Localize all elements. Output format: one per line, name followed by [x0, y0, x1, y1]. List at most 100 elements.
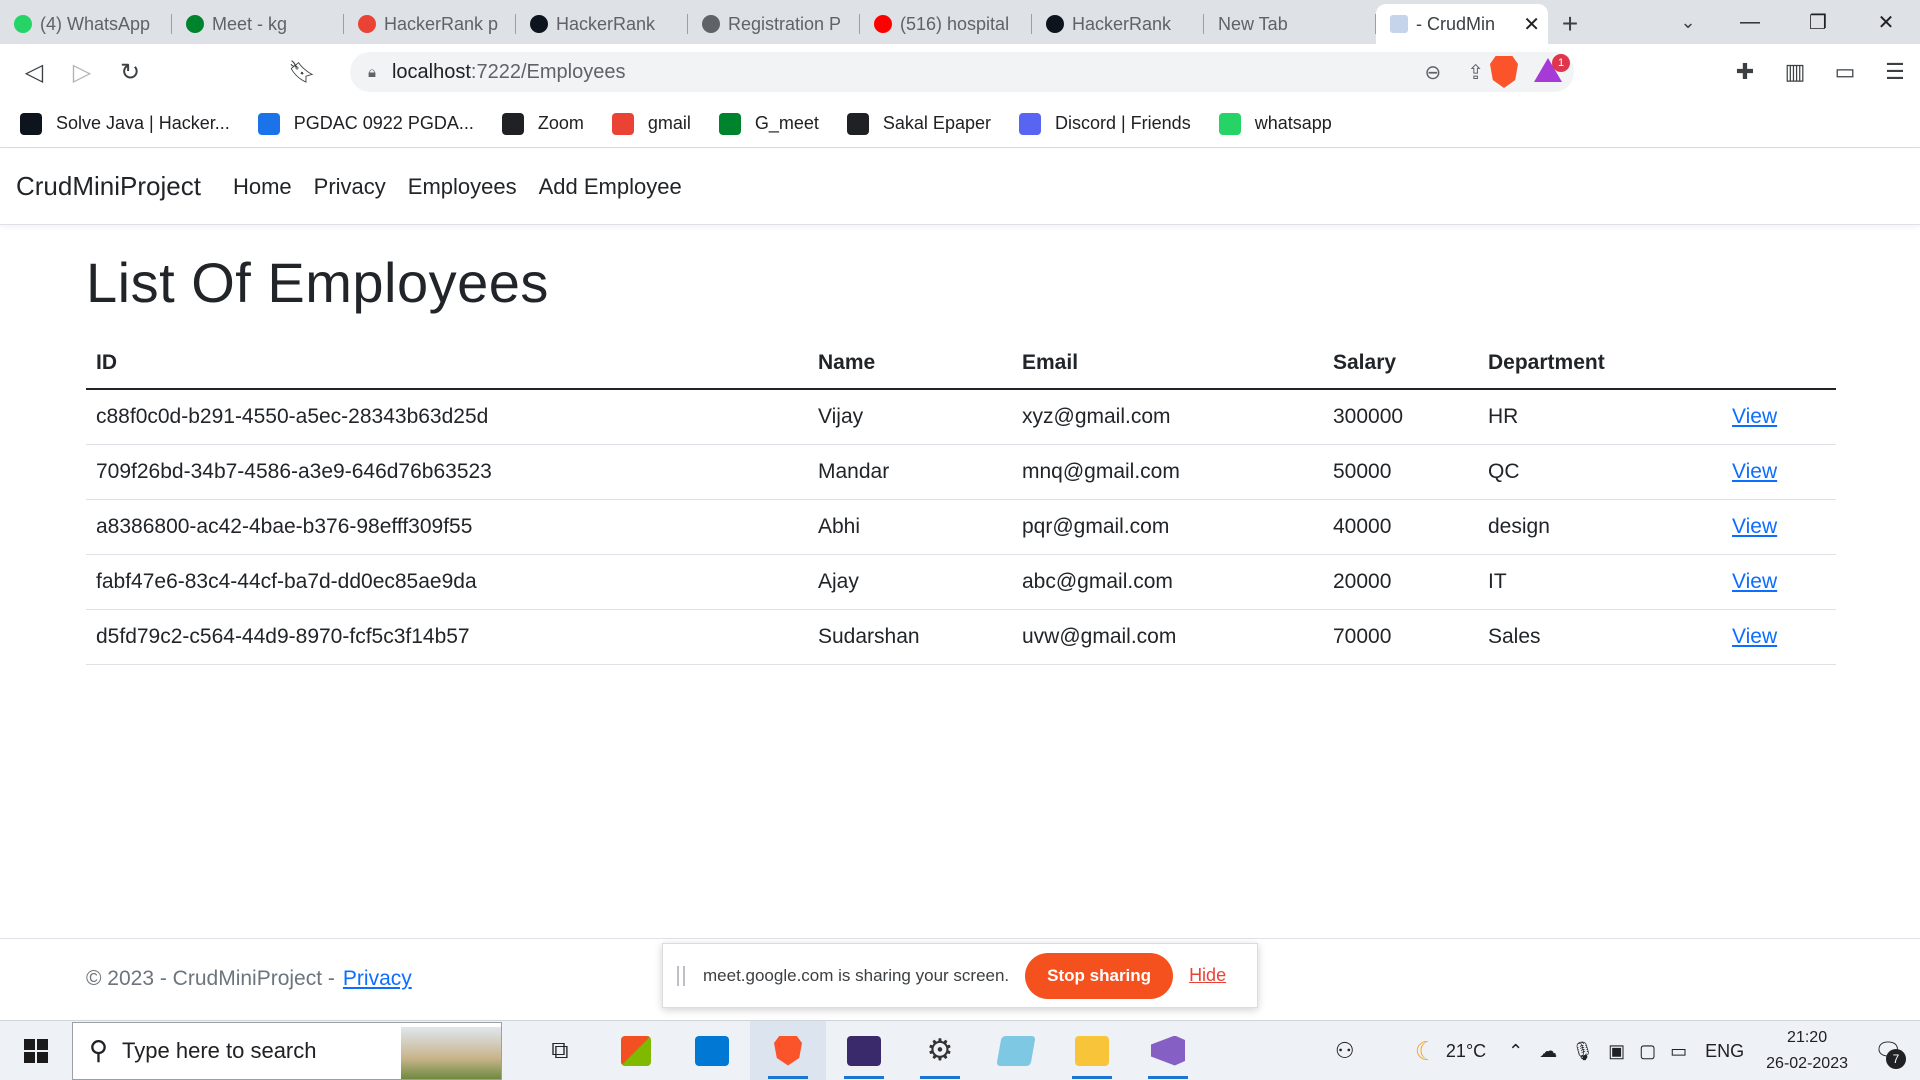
view-link[interactable]: View: [1732, 515, 1777, 538]
bookmark-label: Sakal Epaper: [882, 113, 991, 133]
forward-button[interactable]: ▷: [58, 48, 106, 96]
screen-share-bar: meet.google.com is sharing your screen. …: [662, 943, 1258, 1008]
close-window-button[interactable]: ✕: [1852, 0, 1920, 44]
tab-2[interactable]: HackerRank p: [344, 4, 516, 44]
chevron-down-icon[interactable]: ⌄: [1666, 0, 1710, 44]
column-header-name: Name: [808, 337, 1012, 390]
table-row: fabf47e6-83c4-44cf-ba7d-dd0ec85ae9da Ajay…: [86, 554, 1836, 610]
nav-employees[interactable]: Employees: [408, 174, 517, 200]
cell-email: abc@gmail.com: [1012, 554, 1323, 610]
view-link[interactable]: View: [1732, 460, 1777, 483]
restore-button[interactable]: ❐: [1784, 0, 1852, 44]
drag-handle[interactable]: [677, 965, 685, 986]
tab-3[interactable]: HackerRank: [516, 4, 688, 44]
google-meet-icon: [186, 15, 204, 33]
bookmark-item[interactable]: Discord | Friends: [1018, 112, 1191, 135]
stop-sharing-button[interactable]: Stop sharing: [1025, 952, 1174, 999]
tab-6[interactable]: HackerRank: [1032, 4, 1204, 44]
tab-active[interactable]: - CrudMin ✕: [1376, 4, 1548, 44]
close-tab-icon[interactable]: ✕: [1523, 12, 1540, 37]
view-link[interactable]: View: [1732, 405, 1777, 428]
microsoft-store-icon[interactable]: [598, 1021, 674, 1080]
battery-icon[interactable]: ▭: [1670, 1041, 1687, 1062]
hackerrank-icon: [530, 15, 548, 33]
mail-icon[interactable]: [674, 1021, 750, 1080]
table-row: d5fd79c2-c564-44d9-8970-fcf5c3f14b57 Suda…: [86, 609, 1836, 665]
lock-icon[interactable]: 🔒︎: [368, 64, 376, 81]
start-button[interactable]: [0, 1021, 72, 1080]
bookmark-item[interactable]: G_meet: [718, 112, 819, 135]
cell-name: Ajay: [808, 554, 1012, 610]
footer-privacy-link[interactable]: Privacy: [343, 967, 412, 991]
brand-link[interactable]: CrudMiniProject: [16, 171, 201, 202]
notifications-icon[interactable]: 🗨︎ 7: [1868, 1031, 1908, 1071]
terminal-icon[interactable]: [826, 1021, 902, 1080]
meet-indicator-icon[interactable]: ▢: [1639, 1041, 1656, 1062]
taskbar-search[interactable]: ⚲ Type here to search: [72, 1021, 502, 1080]
reload-button[interactable]: ↻: [106, 48, 154, 96]
sidebar-icon[interactable]: ▥: [1770, 59, 1820, 85]
settings-icon[interactable]: ⚙: [902, 1021, 978, 1080]
cell-salary: 20000: [1323, 554, 1478, 610]
menu-icon[interactable]: ☰: [1870, 59, 1920, 85]
brave-shields-icon[interactable]: [1490, 56, 1518, 88]
minimize-button[interactable]: —: [1716, 0, 1784, 44]
wallet-icon[interactable]: ▭: [1820, 59, 1870, 85]
tab-0[interactable]: (4) WhatsApp: [0, 4, 172, 44]
bookmark-item[interactable]: gmail: [611, 112, 691, 135]
cell-email: xyz@gmail.com: [1012, 389, 1323, 445]
nav-add-employee[interactable]: Add Employee: [539, 174, 682, 200]
tab-7[interactable]: New Tab: [1204, 4, 1376, 44]
page-title: List Of Employees: [86, 251, 549, 314]
notepad-icon[interactable]: [978, 1021, 1054, 1080]
zoom-icon[interactable]: ⊖: [1424, 60, 1441, 85]
bookmark-item[interactable]: Solve Java | Hacker...: [20, 112, 230, 135]
google-meet-icon: [718, 112, 741, 135]
windows-taskbar: ⚲ Type here to search ⧉ ⚙ ⚇ ☾ 21°C ⌃ ☁ 🎙…: [0, 1020, 1920, 1080]
view-link[interactable]: View: [1732, 570, 1777, 593]
new-tab-button[interactable]: +: [1548, 4, 1592, 44]
clock-date: 26-02-2023: [1766, 1055, 1848, 1072]
bookmark-icon[interactable]: 🔖︎: [278, 48, 326, 96]
address-bar[interactable]: 🔒︎ localhost:7222/Employees ⊖ ⇪ 1: [350, 52, 1574, 92]
brave-rewards-icon[interactable]: 1: [1534, 54, 1570, 86]
visual-studio-icon[interactable]: [1130, 1021, 1206, 1080]
bookmark-label: Zoom: [537, 113, 584, 133]
bookmark-item[interactable]: Zoom: [501, 112, 584, 135]
screen-capture-icon[interactable]: ▣: [1608, 1041, 1625, 1062]
back-button[interactable]: ◁: [10, 48, 58, 96]
tab-1[interactable]: Meet - kg: [172, 4, 344, 44]
cell-email: pqr@gmail.com: [1012, 499, 1323, 555]
moon-weather-icon[interactable]: ☾: [1415, 1036, 1438, 1067]
cell-email: mnq@gmail.com: [1012, 444, 1323, 500]
hide-link[interactable]: Hide: [1189, 965, 1226, 986]
bookmark-label: Solve Java | Hacker...: [56, 113, 230, 133]
task-view-icon[interactable]: ⧉: [522, 1021, 598, 1080]
clock[interactable]: 21:20 26-02-2023: [1766, 1025, 1848, 1077]
main-content: List Of Employees ID Name Email Salary D…: [86, 250, 1836, 665]
language-indicator[interactable]: ENG: [1705, 1041, 1744, 1062]
extensions-icon[interactable]: ✚: [1720, 59, 1770, 85]
onedrive-icon[interactable]: ☁: [1539, 1041, 1557, 1062]
nav-home[interactable]: Home: [233, 174, 292, 200]
nav-privacy[interactable]: Privacy: [314, 174, 386, 200]
bookmark-item[interactable]: PGDAC 0922 PGDA...: [257, 112, 474, 135]
share-icon[interactable]: ⇪: [1467, 60, 1484, 85]
weather-temperature[interactable]: 21°C: [1446, 1041, 1486, 1062]
discord-icon: [1018, 112, 1041, 135]
cell-department: HR: [1478, 389, 1722, 445]
whatsapp-icon: [1218, 112, 1241, 135]
microphone-icon[interactable]: 🎙︎: [1571, 1041, 1594, 1062]
bookmark-item[interactable]: whatsapp: [1218, 112, 1332, 135]
system-tray: ⚇ ☾ 21°C ⌃ ☁ 🎙︎ ▣ ▢ ▭ ENG 21:20 26-02-20…: [1335, 1021, 1920, 1080]
bookmark-item[interactable]: Sakal Epaper: [846, 112, 991, 135]
tab-5[interactable]: (516) hospital: [860, 4, 1032, 44]
people-icon[interactable]: ⚇: [1335, 1038, 1355, 1064]
brave-browser-icon[interactable]: [750, 1020, 826, 1080]
tab-4[interactable]: Registration P: [688, 4, 860, 44]
cell-salary: 40000: [1323, 499, 1478, 555]
file-explorer-icon[interactable]: [1054, 1021, 1130, 1080]
chevron-up-icon[interactable]: ⌃: [1508, 1041, 1523, 1062]
browser-tab-strip: (4) WhatsApp Meet - kg HackerRank p HackerR…: [0, 0, 1920, 44]
view-link[interactable]: View: [1732, 625, 1777, 648]
